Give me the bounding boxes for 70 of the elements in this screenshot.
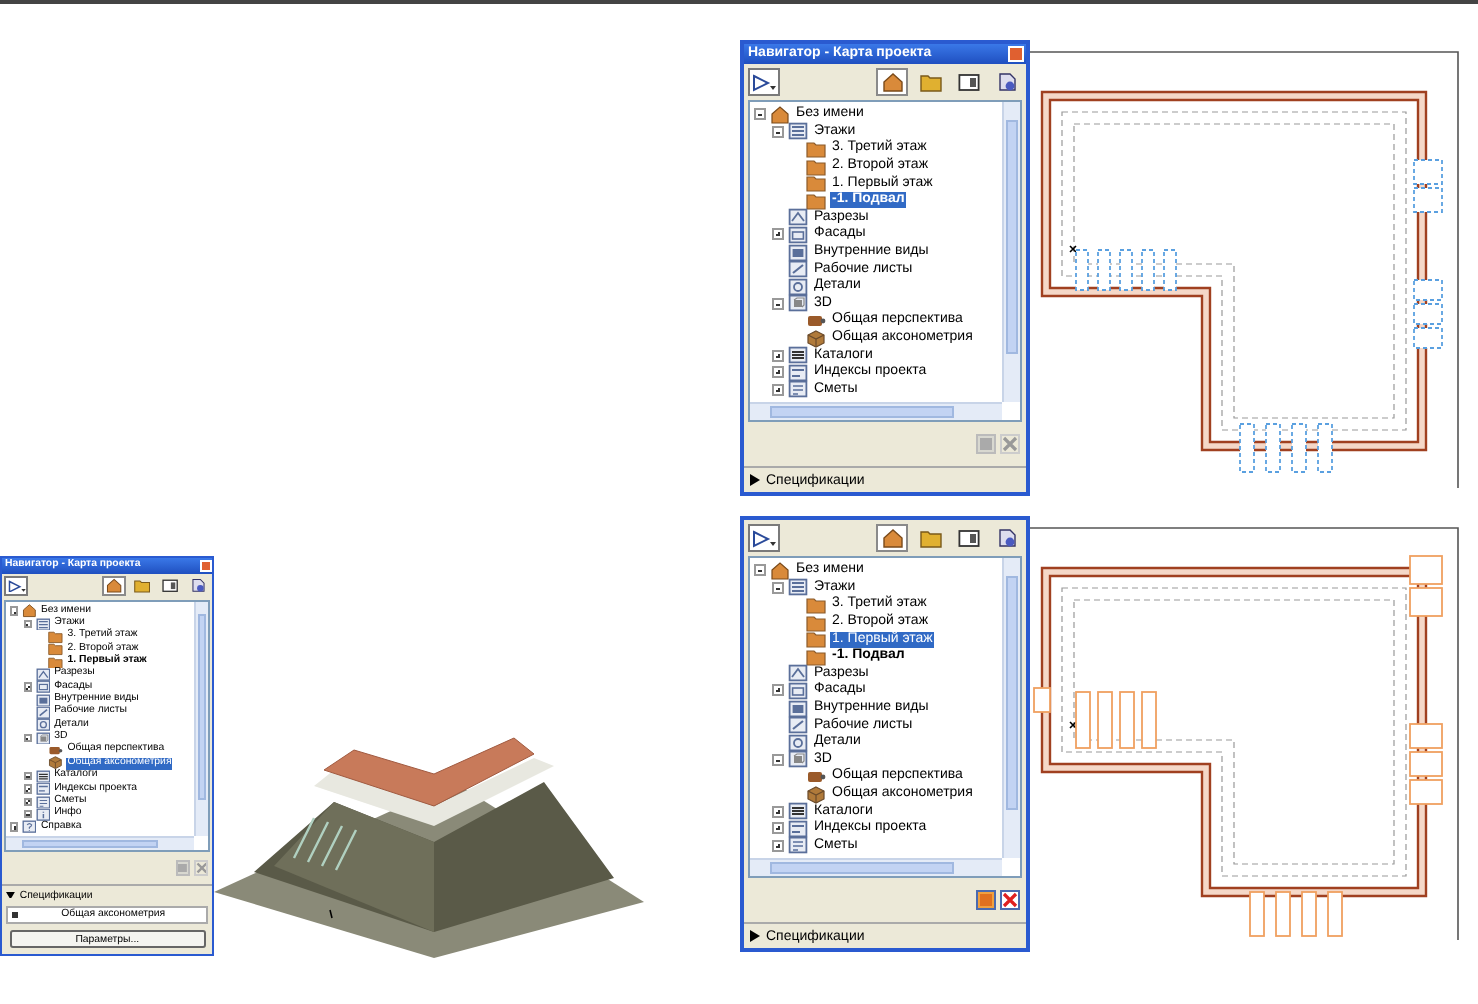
cube-icon	[806, 785, 826, 804]
view-icon	[788, 277, 808, 296]
view-icon	[788, 664, 808, 683]
scrollbar[interactable]	[1002, 558, 1020, 859]
pointer-button[interactable]	[748, 68, 780, 96]
view-icon	[788, 836, 808, 855]
view-icon	[788, 208, 808, 227]
view-icon	[788, 122, 808, 141]
layout-icon[interactable]	[157, 575, 182, 597]
caret-icon	[750, 474, 760, 487]
expand-toggle[interactable]	[772, 297, 784, 310]
expand-toggle[interactable]	[754, 108, 766, 121]
expand-toggle[interactable]	[772, 753, 784, 766]
expand-toggle[interactable]	[772, 581, 784, 594]
view-icon	[35, 617, 50, 631]
camera-icon	[806, 767, 826, 786]
expand-toggle[interactable]	[772, 383, 784, 396]
expand-toggle[interactable]	[9, 606, 19, 616]
expand-toggle[interactable]	[772, 822, 784, 835]
caret-icon	[6, 891, 16, 899]
scrollbar[interactable]	[750, 858, 1002, 877]
pointer-button[interactable]	[748, 524, 780, 552]
expand-toggle[interactable]	[23, 771, 33, 781]
expand-toggle[interactable]	[9, 822, 19, 832]
house-icon	[770, 561, 790, 580]
expand-toggle[interactable]	[754, 564, 766, 577]
view-icon	[788, 294, 808, 313]
view-icon	[788, 716, 808, 735]
house-icon	[770, 105, 790, 124]
square-icon	[11, 911, 19, 919]
view-icon	[788, 380, 808, 399]
expand-toggle[interactable]	[772, 228, 784, 241]
view-icon	[788, 802, 808, 821]
cube-icon	[48, 756, 64, 771]
house-icon	[21, 604, 37, 618]
view-icon	[788, 819, 808, 838]
cube-icon	[806, 329, 826, 348]
view-icon	[788, 363, 808, 382]
camera-icon	[806, 311, 826, 330]
view-icon	[788, 346, 808, 365]
expand-toggle[interactable]	[772, 366, 784, 379]
scrollbar[interactable]	[194, 601, 208, 837]
view-icon	[788, 750, 808, 769]
pointer-button[interactable]	[4, 575, 29, 597]
house-icon[interactable]	[876, 524, 908, 552]
scrollbar[interactable]	[750, 402, 1002, 421]
expand-toggle[interactable]	[23, 682, 33, 692]
delete-button[interactable]	[1000, 890, 1020, 911]
expand-toggle[interactable]	[772, 125, 784, 138]
caret-icon	[750, 930, 760, 943]
expand-toggle[interactable]	[772, 684, 784, 697]
expand-toggle[interactable]	[772, 349, 784, 362]
camera-icon	[48, 744, 64, 758]
expand-toggle[interactable]	[772, 839, 784, 852]
close-button[interactable]	[199, 559, 212, 572]
house-icon[interactable]	[101, 575, 126, 597]
view-icon	[788, 578, 808, 597]
scrollbar[interactable]	[1002, 102, 1020, 403]
view-icon	[788, 260, 808, 279]
close-button[interactable]	[1008, 46, 1024, 62]
expand-toggle[interactable]	[772, 805, 784, 818]
expand-toggle[interactable]	[23, 619, 33, 629]
expand-toggle[interactable]	[23, 733, 33, 743]
expand-toggle[interactable]	[23, 797, 33, 807]
scrollbar[interactable]	[6, 836, 195, 850]
view-icon	[788, 733, 808, 752]
house-icon[interactable]	[876, 68, 908, 96]
new-button[interactable]	[976, 890, 996, 911]
expand-toggle[interactable]	[23, 784, 33, 794]
expand-toggle[interactable]	[23, 810, 33, 819]
